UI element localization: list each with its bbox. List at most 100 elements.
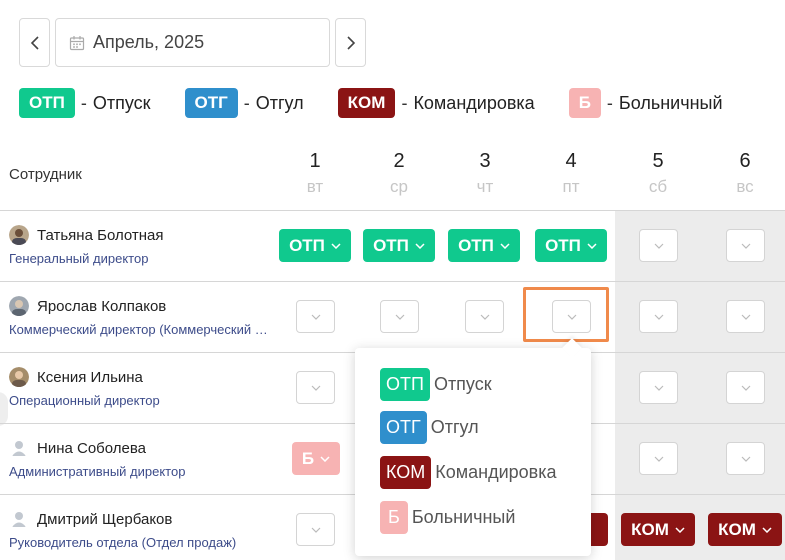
month-picker[interactable]: Апрель, 2025 — [55, 18, 330, 67]
user-placeholder-icon — [9, 438, 29, 458]
chevron-down-icon — [741, 314, 750, 320]
chevron-down-icon — [741, 456, 750, 462]
legend-badge-b: Б — [568, 88, 601, 118]
legend-separator: - — [606, 92, 613, 113]
avatar — [9, 296, 29, 316]
day-header: 5 сб — [628, 150, 688, 197]
employee-row: Ярослав Колпаков Коммерческий директор (… — [9, 296, 279, 337]
day-of-week: ср — [390, 177, 408, 196]
employee-name[interactable]: Ксения Ильина — [37, 369, 143, 386]
employee-column-header: Сотрудник — [9, 166, 82, 183]
day-cell-empty[interactable] — [465, 300, 504, 333]
chevron-down-icon — [654, 385, 663, 391]
chevron-down-icon — [654, 456, 663, 462]
dropdown-option-b[interactable]: Б Больничный — [380, 501, 515, 534]
day-cell-otp[interactable]: ОТП — [363, 229, 435, 262]
legend-badge-otp: ОТП — [19, 88, 75, 118]
cell-tag-label: Б — [301, 448, 315, 468]
day-cell-empty[interactable] — [726, 229, 765, 262]
day-cell-kom[interactable]: КОМ — [708, 513, 782, 546]
legend-label-b: Больничный — [618, 92, 723, 113]
option-badge-otp: ОТП — [380, 368, 430, 401]
cell-tag-label: ОТП — [458, 235, 494, 255]
day-cell-empty[interactable] — [639, 371, 678, 404]
chevron-down-icon — [762, 526, 772, 533]
chevron-down-icon — [587, 242, 597, 249]
cell-tag-label: ОТП — [373, 235, 409, 255]
user-placeholder-icon — [9, 509, 29, 529]
day-number: 3 — [479, 150, 491, 172]
day-of-week: сб — [648, 177, 668, 196]
day-number: 1 — [309, 150, 321, 172]
employee-row: Дмитрий Щербаков Руководитель отдела (От… — [9, 509, 279, 551]
legend-separator: - — [80, 92, 87, 113]
chevron-down-icon — [500, 242, 510, 249]
day-cell-empty[interactable] — [296, 513, 335, 546]
day-number: 2 — [393, 150, 405, 172]
day-cell-empty[interactable] — [726, 300, 765, 333]
chevron-down-icon — [654, 243, 663, 249]
day-number: 4 — [565, 150, 577, 172]
option-badge-otg: ОТГ — [380, 411, 427, 444]
day-header: 6 вс — [715, 150, 775, 197]
absence-legend: ОТП - Отпуск ОТГ - Отгул КОМ - Командиро… — [19, 88, 757, 118]
day-of-week: пт — [562, 177, 580, 196]
next-month-button[interactable] — [335, 18, 366, 67]
chevron-down-icon — [415, 242, 425, 249]
day-number: 5 — [652, 150, 664, 172]
day-cell-otp[interactable]: ОТП — [535, 229, 607, 262]
employee-role: Руководитель отдела (Отдел продаж) — [9, 535, 237, 550]
option-label: Отгул — [430, 417, 479, 437]
day-cell-empty[interactable] — [296, 300, 335, 333]
row-divider — [0, 281, 785, 282]
legend-badge-kom: КОМ — [337, 88, 396, 118]
day-cell-kom[interactable]: КОМ — [621, 513, 695, 546]
day-cell-empty[interactable] — [726, 371, 765, 404]
day-cell-empty[interactable] — [639, 229, 678, 262]
legend-separator: - — [243, 92, 250, 113]
employee-row: Татьяна Болотная Генеральный директор — [9, 225, 279, 266]
day-cell-sick[interactable]: Б — [292, 442, 340, 475]
legend-label-otg: Отгул — [255, 92, 304, 113]
avatar — [9, 225, 29, 245]
employee-row: Ксения Ильина Операционный директор — [9, 367, 279, 408]
dropdown-option-otg[interactable]: ОТГ Отгул — [380, 411, 479, 444]
day-cell-empty[interactable] — [726, 442, 765, 475]
selected-cell-highlight — [523, 287, 609, 342]
employee-name[interactable]: Дмитрий Щербаков — [37, 511, 172, 528]
sidebar-toggle-handle[interactable] — [0, 392, 8, 426]
employee-name[interactable]: Ярослав Колпаков — [37, 298, 166, 315]
dropdown-option-kom[interactable]: КОМ Командировка — [380, 456, 557, 489]
row-divider — [0, 210, 785, 211]
chevron-down-icon — [480, 314, 489, 320]
day-cell-otp[interactable]: ОТП — [279, 229, 351, 262]
day-cell-empty[interactable] — [639, 300, 678, 333]
employee-name[interactable]: Татьяна Болотная — [37, 227, 164, 244]
day-of-week: чт — [476, 177, 494, 196]
option-badge-b: Б — [380, 501, 408, 534]
dropdown-option-otp[interactable]: ОТП Отпуск — [380, 368, 492, 401]
day-cell-empty[interactable] — [639, 442, 678, 475]
day-of-week: вт — [306, 177, 324, 196]
day-cell-empty[interactable] — [296, 371, 335, 404]
day-header: 2 ср — [369, 150, 429, 197]
legend-item-otg: ОТГ - Отгул — [184, 88, 304, 118]
chevron-down-icon — [675, 526, 685, 533]
option-label: Больничный — [411, 507, 516, 527]
avatar — [9, 367, 29, 387]
employee-role: Коммерческий директор (Коммерческий отде… — [9, 322, 271, 337]
chevron-down-icon — [654, 314, 663, 320]
legend-separator: - — [401, 92, 408, 113]
employee-name[interactable]: Нина Соболева — [37, 440, 146, 457]
prev-month-button[interactable] — [19, 18, 50, 67]
day-header: 4 пт — [541, 150, 601, 197]
day-cell-empty[interactable] — [380, 300, 419, 333]
chevron-down-icon — [395, 314, 404, 320]
chevron-down-icon — [741, 385, 750, 391]
day-cell-otp[interactable]: ОТП — [448, 229, 520, 262]
day-header: 3 чт — [455, 150, 515, 197]
month-value: Апрель, 2025 — [93, 32, 205, 52]
chevron-down-icon — [311, 385, 320, 391]
chevron-left-icon — [30, 35, 39, 50]
legend-item-kom: КОМ - Командировка — [337, 88, 535, 118]
